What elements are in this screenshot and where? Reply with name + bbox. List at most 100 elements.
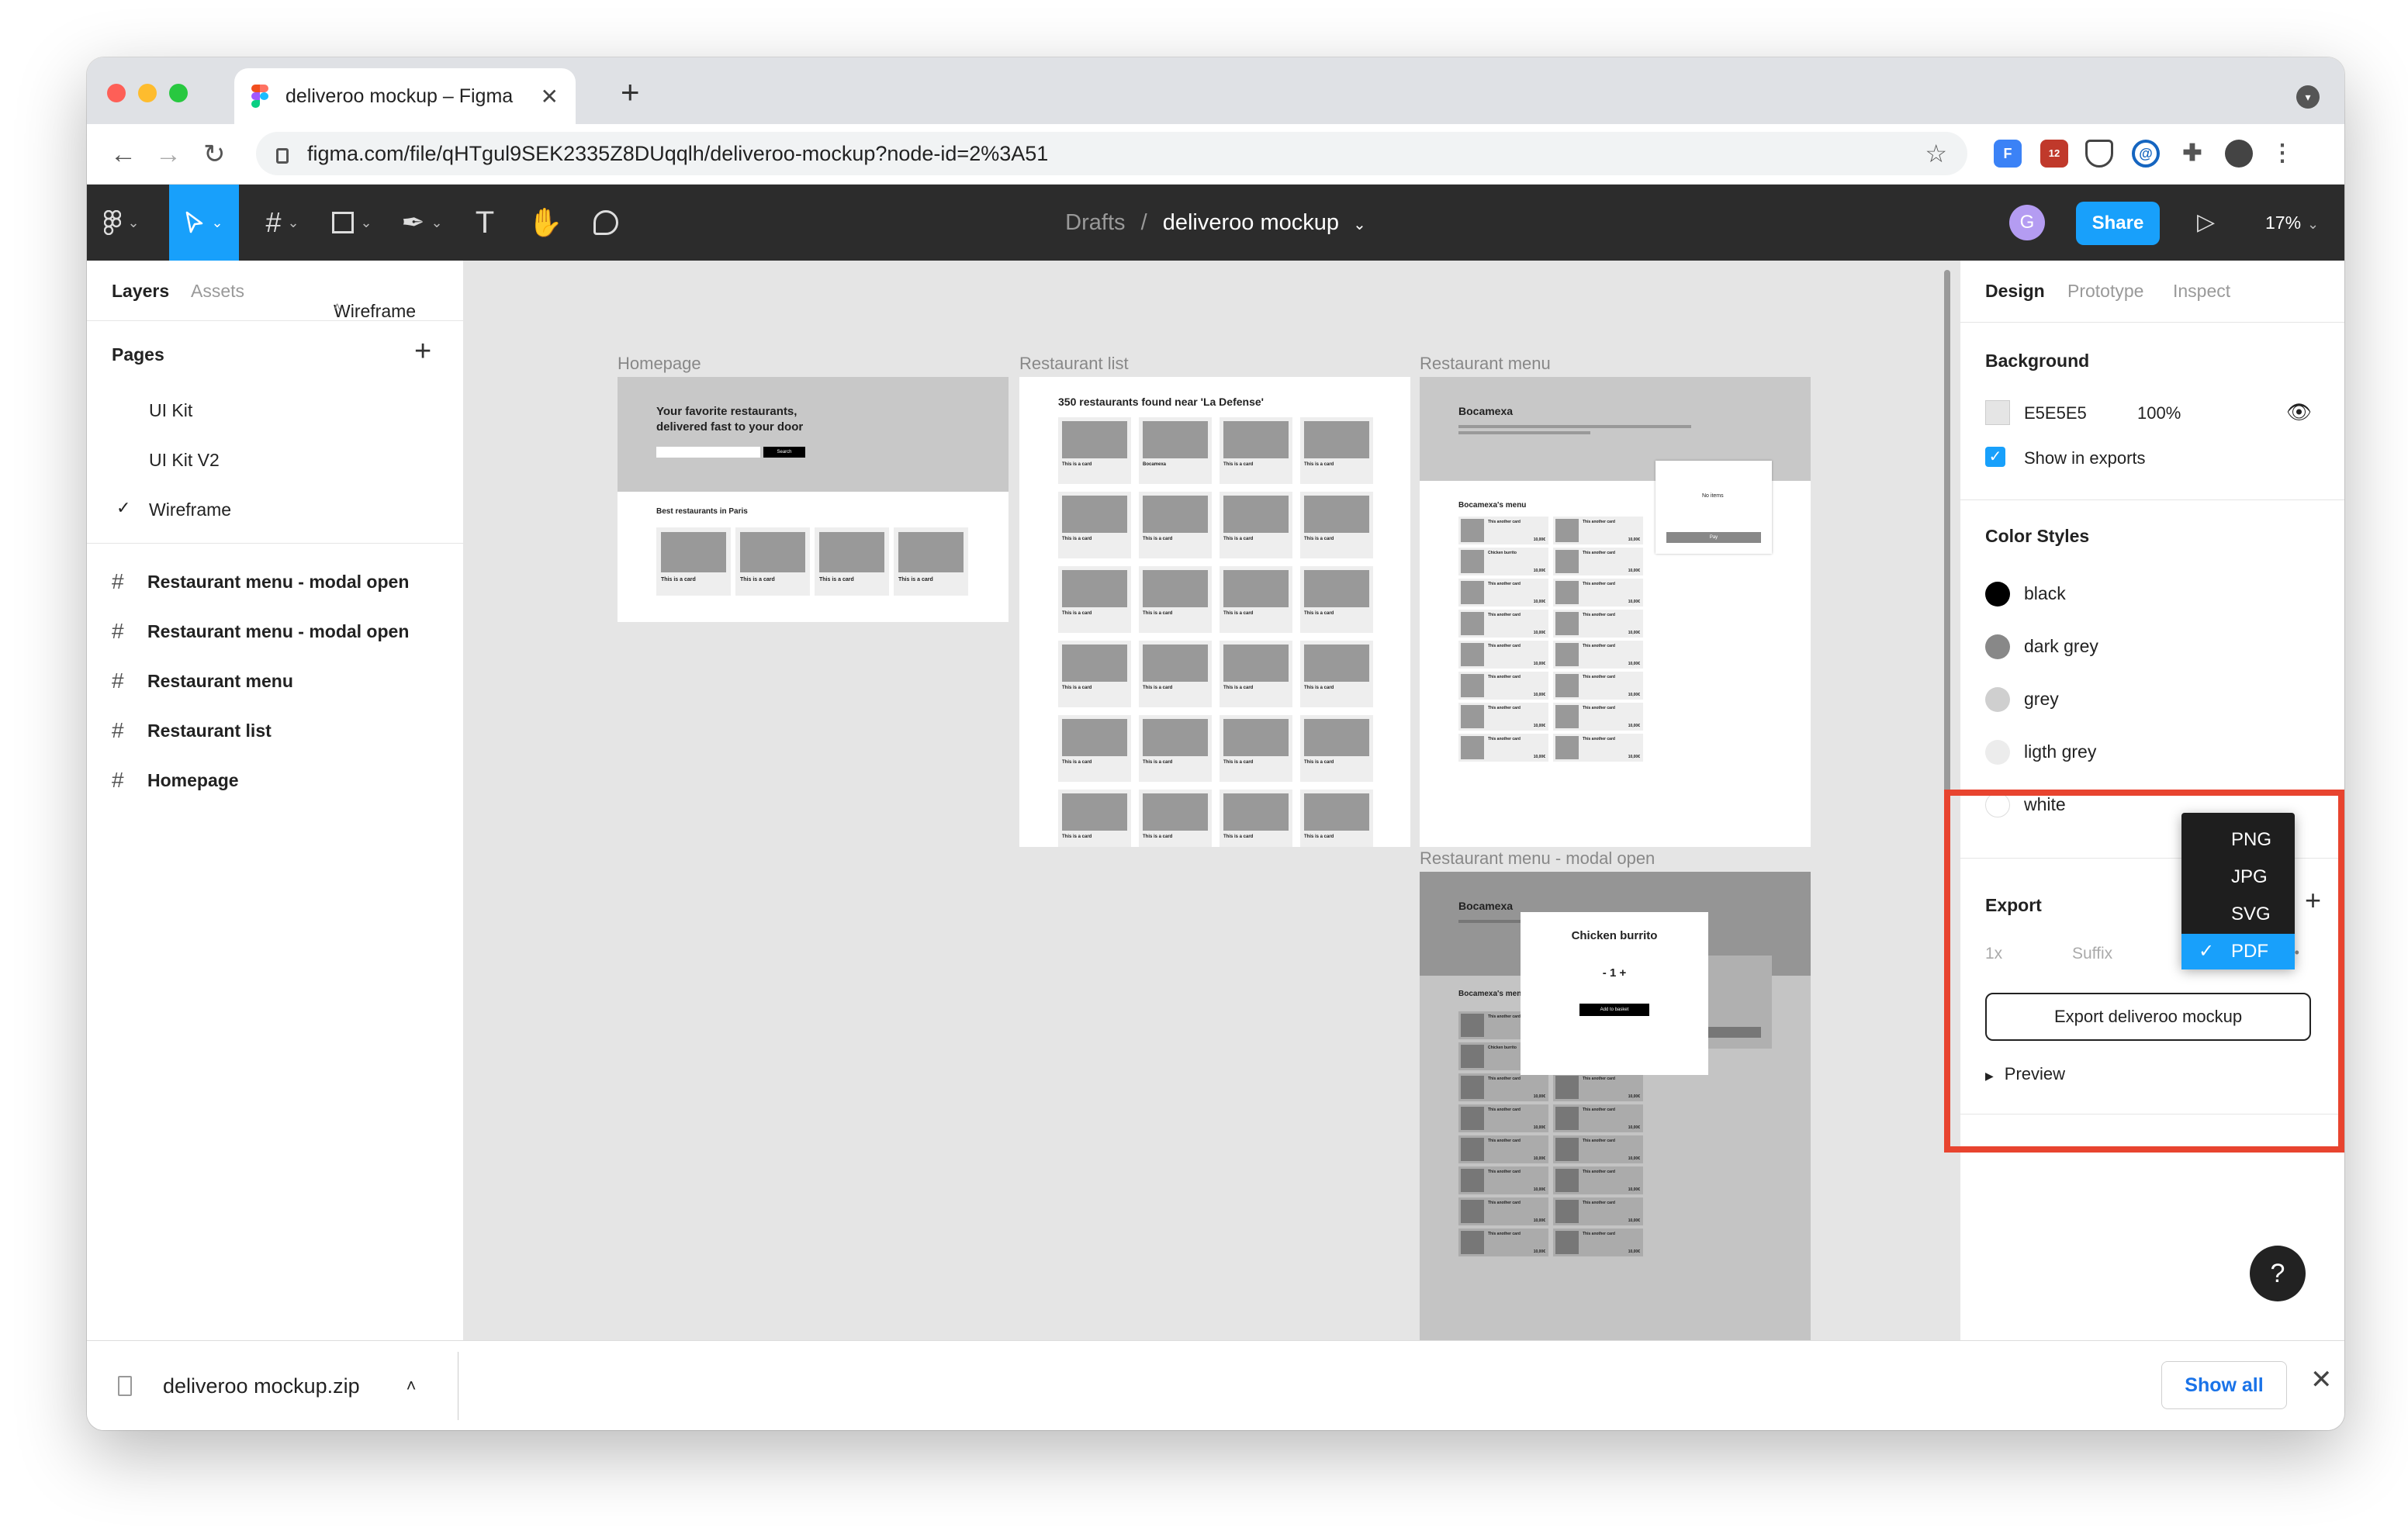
page-item-ui-kit[interactable]: UI Kit	[149, 400, 192, 421]
left-panel-tabs: Layers Assets Wireframe ˄	[87, 261, 463, 321]
frame-label-modal-open[interactable]: Restaurant menu - modal open	[1420, 848, 1655, 869]
format-option-jpg[interactable]: JPG	[2181, 859, 2295, 895]
menu-item-card: This another card10,00€	[1458, 672, 1548, 700]
color-style-name[interactable]: grey	[2024, 689, 2059, 710]
present-play-icon[interactable]: ▷	[2197, 203, 2215, 242]
close-downloads-icon[interactable]: ✕	[2310, 1364, 2333, 1395]
canvas-scrollbar[interactable]	[1944, 270, 1950, 844]
frame-restaurant-list[interactable]: 350 restaurants found near 'La Defense' …	[1019, 377, 1410, 847]
visibility-eye-icon[interactable]: 👁	[2286, 400, 2312, 424]
browser-menu-icon[interactable]: ⋮	[2268, 140, 2296, 168]
frame-restaurant-menu-modal-open[interactable]: Bocamexa Bocamexa's menu This another ca…	[1420, 872, 1811, 1340]
menu-item-card: This another card10,00€	[1458, 734, 1548, 762]
layer-item[interactable]: # Restaurant menu	[112, 669, 293, 693]
section-title: Best restaurants in Paris	[656, 507, 748, 516]
profile-avatar-icon[interactable]	[2225, 140, 2253, 168]
frame-label-restaurant-list[interactable]: Restaurant list	[1019, 354, 1129, 374]
back-arrow-icon[interactable]: ←	[110, 135, 137, 174]
address-bar-row: ← → ↻ figma.com/file/qHTgul9SEK2335Z8DUq…	[87, 124, 2344, 185]
frame-label-restaurant-menu[interactable]: Restaurant menu	[1420, 354, 1551, 374]
color-style-name[interactable]: dark grey	[2024, 636, 2098, 657]
tab-assets[interactable]: Assets	[191, 281, 244, 302]
reload-icon[interactable]: ↻	[203, 135, 226, 174]
zoom-dropdown[interactable]: 17% ⌄	[2265, 203, 2319, 244]
export-button[interactable]: Export deliveroo mockup	[1985, 993, 2311, 1041]
menu-item-grid: This another card 10,00€ This another card…	[1458, 517, 1645, 842]
minimize-window-button[interactable]	[138, 84, 157, 102]
tab-prototype[interactable]: Prototype	[2067, 281, 2143, 302]
new-tab-button[interactable]: +	[621, 76, 640, 109]
share-button[interactable]: Share	[2076, 202, 2160, 245]
puzzle-extensions-icon[interactable]: ✚	[2178, 140, 2206, 168]
extension-badge-icon[interactable]: 12	[2040, 140, 2068, 168]
forward-arrow-icon[interactable]: →	[155, 135, 182, 174]
layers-panel: Layers Assets Wireframe ˄ Pages + UI Kit…	[87, 261, 464, 1340]
format-option-pdf[interactable]: ✓ PDF	[2181, 934, 2295, 969]
list-card: This is a card	[1220, 417, 1292, 484]
background-opacity-input[interactable]: 100%	[2137, 403, 2181, 423]
close-window-button[interactable]	[107, 84, 126, 102]
pocket-icon[interactable]	[2085, 140, 2113, 168]
hero-search-input	[656, 447, 760, 458]
tab-inspect[interactable]: Inspect	[2173, 281, 2230, 302]
tab-close-icon[interactable]: ✕	[541, 84, 559, 109]
frame-restaurant-menu[interactable]: Bocamexa No items Pay Bocamexa's menu Th…	[1420, 377, 1811, 847]
file-menu-chevron-icon[interactable]: ⌄	[1353, 216, 1366, 233]
format-option-svg[interactable]: SVG	[2181, 897, 2295, 932]
chevron-up-icon[interactable]: ˄	[407, 1376, 417, 1396]
layer-item[interactable]: # Restaurant menu - modal open	[112, 569, 409, 594]
user-avatar[interactable]: G	[2009, 205, 2045, 240]
drafts-link[interactable]: Drafts	[1065, 210, 1125, 235]
page-item-wireframe[interactable]: Wireframe	[149, 499, 231, 520]
menu-item-card: This another card10,00€	[1553, 579, 1643, 607]
color-swatch-dark-grey[interactable]	[1985, 634, 2010, 659]
page-item-ui-kit-v2[interactable]: UI Kit V2	[149, 450, 220, 471]
file-name[interactable]: deliveroo mockup	[1163, 210, 1339, 235]
color-style-name[interactable]: ligth grey	[2024, 741, 2096, 762]
color-style-name[interactable]: white	[2024, 794, 2066, 815]
tab-layers[interactable]: Layers	[112, 281, 169, 302]
preview-toggle[interactable]: ▶ Preview	[1985, 1064, 2065, 1084]
format-option-png[interactable]: PNG	[2181, 822, 2295, 858]
color-swatch-black[interactable]	[1985, 582, 2010, 607]
background-hex-input[interactable]: E5E5E5	[2024, 403, 2087, 423]
color-swatch-grey[interactable]	[1985, 687, 2010, 712]
menu-item-card: This another card10,00€	[1458, 703, 1548, 731]
url-bar[interactable]: figma.com/file/qHTgul9SEK2335Z8DUqqlh/de…	[256, 132, 1967, 175]
show-in-exports-checkbox[interactable]: ✓	[1985, 447, 2005, 467]
divider	[1960, 499, 2344, 500]
design-canvas[interactable]: Homepage Your favorite restaurants, deli…	[464, 261, 1960, 1340]
bookmark-star-icon[interactable]: ☆	[1925, 139, 1947, 168]
tab-design[interactable]: Design	[1985, 281, 2045, 302]
layer-item[interactable]: # Restaurant list	[112, 718, 272, 743]
layer-item[interactable]: # Homepage	[112, 768, 239, 793]
frame-homepage[interactable]: Your favorite restaurants, delivered fas…	[618, 377, 1009, 622]
export-suffix-input[interactable]: Suffix	[2072, 945, 2112, 963]
show-all-button[interactable]: Show all	[2161, 1361, 2287, 1409]
lock-icon	[276, 148, 289, 164]
background-swatch[interactable]	[1985, 400, 2010, 425]
tab-search-icon[interactable]: ▾	[2296, 85, 2320, 109]
menu-item-card: This another card10,00€	[1553, 1104, 1643, 1132]
add-export-icon[interactable]: +	[2305, 884, 2321, 917]
layer-item[interactable]: # Restaurant menu - modal open	[112, 619, 409, 644]
download-item[interactable]: deliveroo mockup.zip ˄	[118, 1341, 417, 1430]
add-page-icon[interactable]: +	[414, 335, 431, 368]
help-button[interactable]: ?	[2250, 1246, 2306, 1301]
frame-label-homepage[interactable]: Homepage	[618, 354, 701, 374]
list-card: This is a card	[1300, 715, 1373, 782]
color-swatch-white[interactable]	[1985, 793, 2010, 817]
browser-tab[interactable]: deliveroo mockup – Figma ✕	[234, 68, 576, 124]
card: This is a card	[815, 527, 889, 596]
color-style-name[interactable]: black	[2024, 583, 2066, 604]
checkmark-icon: ✓	[116, 498, 131, 517]
maximize-window-button[interactable]	[169, 84, 188, 102]
extension-circle-icon[interactable]: @	[2132, 140, 2160, 168]
list-card: This is a card	[1220, 641, 1292, 707]
extension-figma-icon[interactable]: F	[1994, 140, 2022, 168]
show-in-exports-label: Show in exports	[2024, 448, 2146, 468]
list-card: This is a card	[1220, 715, 1292, 782]
export-scale-input[interactable]: 1x	[1985, 945, 2002, 963]
color-swatch-light-grey[interactable]	[1985, 740, 2010, 765]
pages-heading: Pages	[112, 344, 164, 365]
